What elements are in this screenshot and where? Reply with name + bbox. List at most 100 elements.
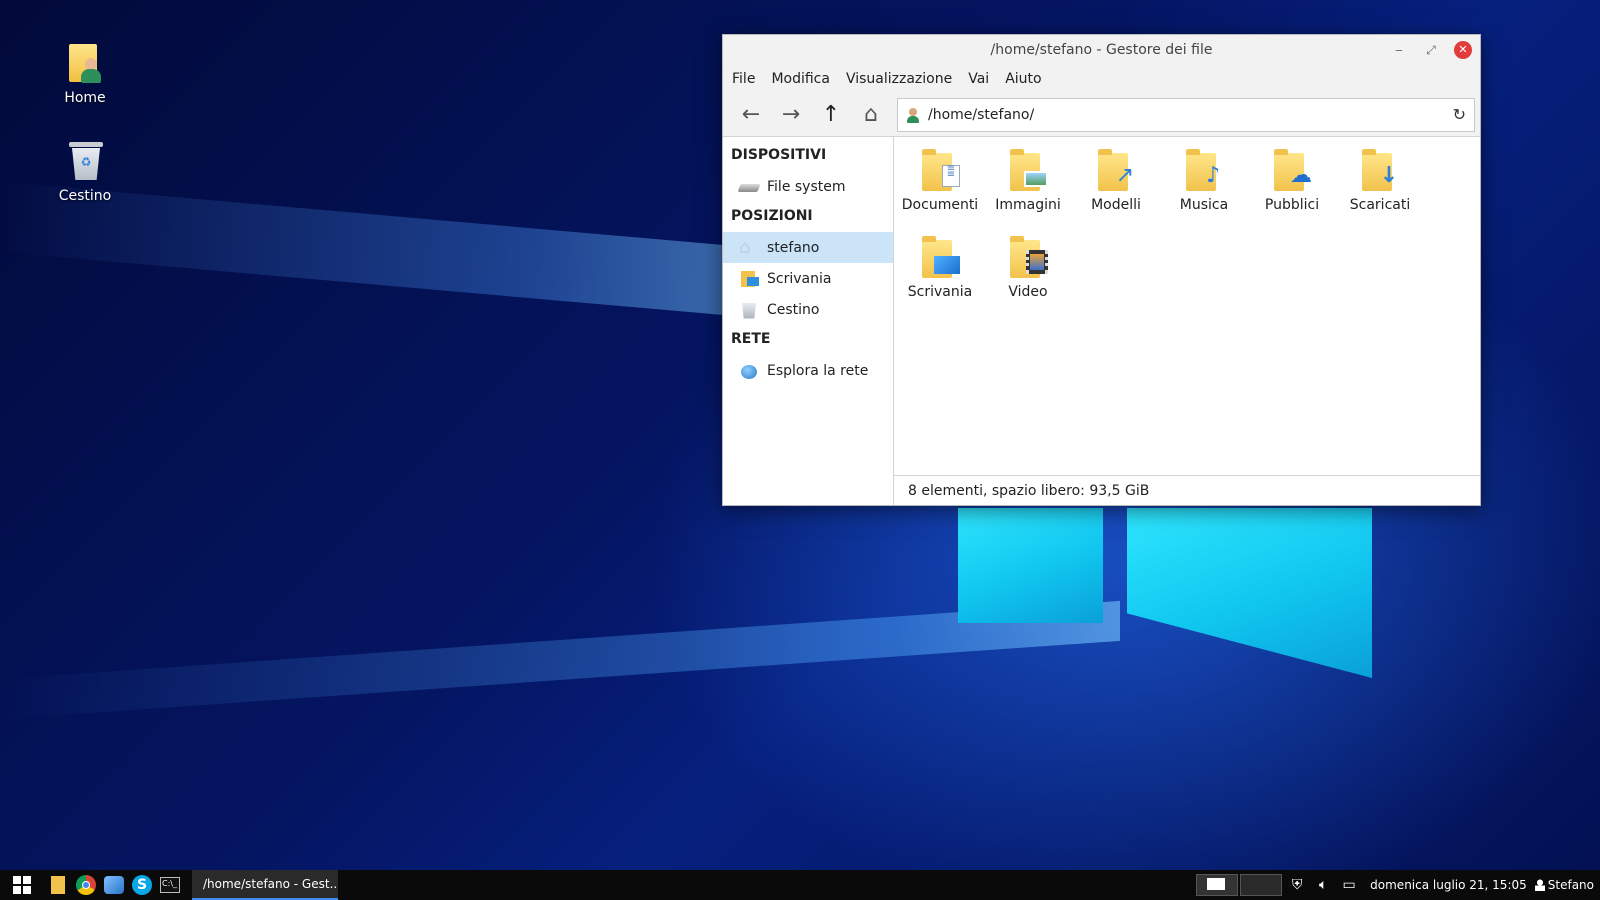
back-button[interactable]: ←: [731, 98, 771, 132]
folder-label: Scrivania: [907, 284, 973, 300]
network-icon[interactable]: ▭: [1336, 877, 1362, 893]
folder-scaricati[interactable]: ↓ Scaricati: [1336, 149, 1424, 236]
menu-modifica[interactable]: Modifica: [771, 71, 830, 87]
sidebar-item-esplora-la-rete[interactable]: Esplora la rete: [723, 355, 893, 386]
volume-icon[interactable]: 🔈︎: [1310, 877, 1336, 893]
desktop-icon-label: Home: [64, 90, 106, 106]
file-manager-window: /home/stefano - Gestore dei file ‒ ⤢ ✕ F…: [722, 34, 1481, 506]
folder-label: Pubblici: [1264, 197, 1320, 213]
terminal-icon: C:\_: [160, 877, 180, 893]
clock[interactable]: domenica luglio 21, 15:05: [1362, 878, 1535, 892]
toolbar: ← → ↑ ⌂ /home/stefano/ ↻: [723, 93, 1480, 137]
maximize-button[interactable]: ⤢: [1422, 41, 1440, 59]
menu-visualizzazione[interactable]: Visualizzazione: [846, 71, 952, 87]
sidebar-item-label: Esplora la rete: [767, 362, 869, 379]
desktop-folder-icon: [739, 270, 759, 288]
home-button[interactable]: ⌂: [851, 98, 891, 132]
chrome-icon: [76, 875, 96, 895]
location-path: /home/stefano/: [928, 106, 1035, 123]
home-folder-icon: [65, 40, 105, 84]
workspace-1[interactable]: [1196, 874, 1239, 896]
wallpaper-window-pane: [958, 508, 1103, 623]
reload-icon[interactable]: ↻: [1453, 105, 1466, 124]
system-tray: ⛨ 🔈︎ ▭ domenica luglio 21, 15:05 Stefano: [1196, 870, 1600, 900]
folder-immagini[interactable]: Immagini: [984, 149, 1072, 236]
folder-label: Modelli: [1091, 197, 1141, 213]
trash-icon: ♻: [65, 138, 105, 182]
window-titlebar[interactable]: /home/stefano - Gestore dei file ‒ ⤢ ✕: [723, 35, 1480, 65]
up-button[interactable]: ↑: [811, 98, 851, 132]
folder-documenti[interactable]: ≡ ≡ Documenti: [896, 149, 984, 236]
mail-launcher[interactable]: [100, 870, 128, 900]
location-bar[interactable]: /home/stefano/ ↻: [897, 97, 1475, 132]
sidebar-item-file-system[interactable]: File system: [723, 171, 893, 202]
workspace-2[interactable]: [1240, 874, 1283, 896]
folder-label: Musica: [1179, 197, 1229, 213]
mail-icon: [104, 876, 124, 894]
chrome-launcher[interactable]: [72, 870, 100, 900]
user-name: Stefano: [1547, 878, 1594, 892]
sidebar-header-network: RETE: [731, 331, 771, 347]
desktop-folder-icon: [922, 236, 960, 278]
desktop-icon-label: Cestino: [58, 188, 112, 204]
desktop-icon-trash[interactable]: ♻ Cestino: [40, 138, 130, 204]
forward-button[interactable]: →: [771, 98, 811, 132]
taskbar: S C:\_ /home/stefano - Gest... ⛨ 🔈︎ ▭ do…: [0, 870, 1600, 900]
pictures-folder-icon: [1010, 149, 1048, 191]
sidebar-item-cestino[interactable]: Cestino: [723, 294, 893, 325]
arrow-left-icon: ←: [741, 102, 761, 127]
start-button[interactable]: [0, 870, 44, 900]
templates-folder-icon: ↗: [1098, 149, 1134, 191]
user-icon: [906, 107, 920, 123]
file-manager-launcher[interactable]: [44, 870, 72, 900]
folder-label: Scaricati: [1349, 197, 1411, 213]
folder-label: Documenti: [901, 197, 979, 213]
folder-pubblici[interactable]: ☁ Pubblici: [1248, 149, 1336, 236]
minimize-button[interactable]: ‒: [1390, 41, 1408, 59]
status-bar: 8 elementi, spazio libero: 93,5 GiB: [894, 475, 1480, 505]
file-view: ≡ ≡ Documenti Immagini ↗ Modelli ♪ Music…: [894, 137, 1480, 505]
sidebar: DISPOSITIVI File system POSIZIONI ⌂ stef…: [723, 137, 894, 505]
sidebar-item-label: stefano: [767, 239, 820, 256]
user-icon: [1534, 879, 1545, 891]
sidebar-item-stefano[interactable]: ⌂ stefano: [723, 232, 893, 263]
desktop-icon-home[interactable]: Home: [40, 40, 130, 106]
home-icon: ⌂: [864, 102, 878, 127]
taskbar-window-file-manager[interactable]: /home/stefano - Gest...: [192, 870, 338, 900]
sidebar-item-label: File system: [767, 178, 846, 195]
folder-label: Video: [1008, 284, 1048, 300]
folder-modelli[interactable]: ↗ Modelli: [1072, 149, 1160, 236]
shield-icon[interactable]: ⛨: [1284, 877, 1310, 893]
public-folder-icon: ☁: [1274, 149, 1312, 191]
taskbar-window-label: /home/stefano - Gest...: [203, 877, 338, 891]
folder-label: Immagini: [995, 197, 1061, 213]
skype-launcher[interactable]: S: [128, 870, 156, 900]
wallpaper-light-beam: [0, 600, 1120, 720]
sidebar-header-devices: DISPOSITIVI: [731, 147, 827, 163]
close-button[interactable]: ✕: [1454, 41, 1472, 59]
music-folder-icon: ♪: [1186, 149, 1222, 191]
windows-logo-icon: [13, 876, 31, 894]
wallpaper-window-pane: [1127, 508, 1372, 678]
terminal-launcher[interactable]: C:\_: [156, 870, 184, 900]
menu-vai[interactable]: Vai: [968, 71, 989, 87]
sidebar-item-label: Scrivania: [767, 270, 832, 287]
downloads-folder-icon: ↓: [1362, 149, 1398, 191]
menu-file[interactable]: File: [732, 71, 755, 87]
folder-scrivania[interactable]: Scrivania: [896, 236, 984, 323]
skype-icon: S: [132, 875, 152, 895]
videos-folder-icon: [1010, 236, 1048, 278]
folder-video[interactable]: Video: [984, 236, 1072, 323]
arrow-up-icon: ↑: [821, 102, 841, 127]
sidebar-header-places: POSIZIONI: [731, 208, 813, 224]
sidebar-item-scrivania[interactable]: Scrivania: [723, 263, 893, 294]
menu-aiuto[interactable]: Aiuto: [1005, 71, 1041, 87]
network-icon: [739, 362, 759, 380]
sidebar-item-label: Cestino: [767, 301, 820, 318]
folder-icon: [51, 876, 65, 894]
folder-musica[interactable]: ♪ Musica: [1160, 149, 1248, 236]
trash-icon: [739, 301, 759, 319]
user-menu[interactable]: Stefano: [1534, 878, 1600, 892]
home-icon: ⌂: [739, 236, 751, 258]
drive-icon: [737, 178, 761, 196]
